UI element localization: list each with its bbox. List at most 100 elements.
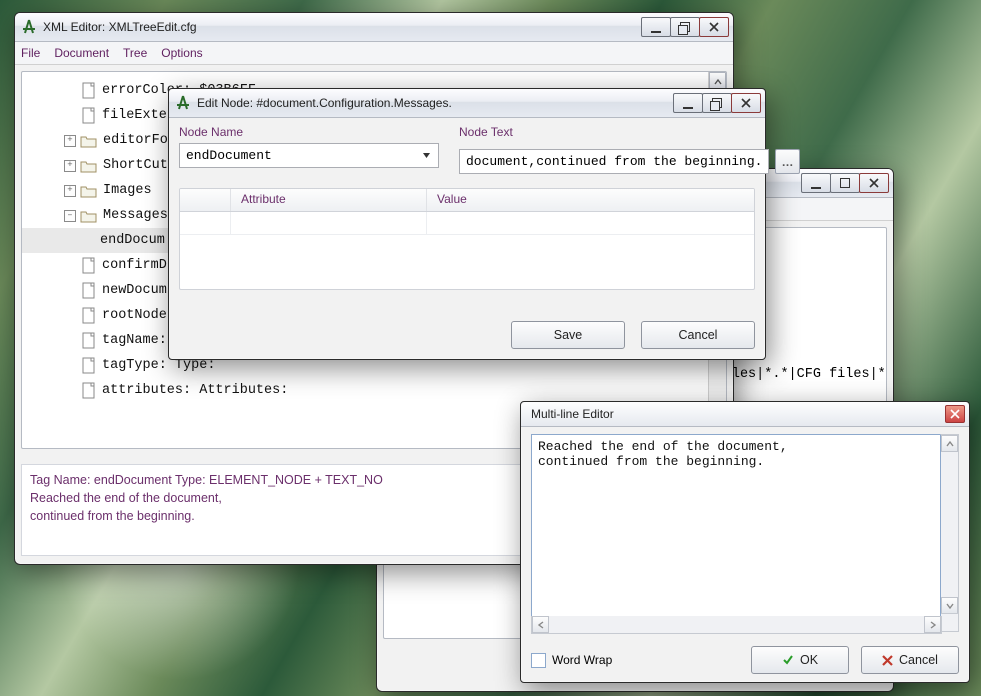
expand-icon[interactable]: +: [64, 185, 76, 197]
node-text-label: Node Text: [459, 125, 800, 139]
document-icon: [82, 382, 96, 399]
node-name-value: endDocument: [186, 148, 272, 163]
multiline-bottom-bar: Word Wrap OK Cancel: [531, 646, 959, 674]
close-icon: [869, 178, 879, 188]
edit-node-dialog: Edit Node: #document.Configuration.Messa…: [168, 88, 766, 360]
folder-open-icon: [80, 209, 97, 223]
multiline-titlebar: Multi-line Editor: [521, 402, 969, 427]
grid-header-value[interactable]: Value: [427, 189, 754, 211]
menu-document[interactable]: Document: [54, 46, 109, 60]
chevron-up-icon: [714, 78, 722, 86]
minimize-button[interactable]: [673, 93, 703, 113]
checkmark-icon: [782, 654, 794, 666]
chevron-up-icon: [946, 440, 954, 448]
cancel-icon: [882, 655, 893, 666]
word-wrap-checkbox[interactable]: [531, 653, 546, 668]
node-name-combobox[interactable]: endDocument: [179, 143, 439, 168]
save-button-label: Save: [554, 328, 583, 342]
main-menubar: File Document Tree Options: [15, 42, 733, 65]
grid-empty-row[interactable]: [180, 212, 754, 235]
document-icon: [82, 357, 96, 374]
restore-button[interactable]: [702, 93, 732, 113]
ok-button-label: OK: [800, 653, 818, 667]
ok-button[interactable]: OK: [751, 646, 849, 674]
close-button[interactable]: [699, 17, 729, 37]
tree-item-attributes[interactable]: attributes: Attributes:: [22, 378, 726, 403]
app-icon: [21, 19, 37, 35]
expand-icon[interactable]: +: [64, 160, 76, 172]
tree-label: tagName:: [102, 333, 167, 348]
tree-label: newDocum: [102, 283, 167, 298]
folder-icon: [80, 184, 97, 198]
restore-icon: [712, 98, 722, 108]
cancel-button-label: Cancel: [899, 653, 938, 667]
attributes-grid[interactable]: Attribute Value: [179, 188, 755, 290]
scroll-left-button[interactable]: [532, 616, 549, 633]
chevron-right-icon: [929, 621, 937, 629]
document-icon: [82, 82, 96, 99]
cancel-button-label: Cancel: [679, 328, 718, 342]
collapse-icon[interactable]: –: [64, 210, 76, 222]
menu-file[interactable]: File: [21, 46, 40, 60]
cancel-button[interactable]: Cancel: [641, 321, 755, 349]
save-button[interactable]: Save: [511, 321, 625, 349]
ellipsis-icon: …: [781, 159, 794, 165]
multiline-vertical-scrollbar[interactable]: [940, 434, 959, 632]
main-title-text: XML Editor: XMLTreeEdit.cfg: [43, 20, 642, 34]
close-button[interactable]: [859, 173, 889, 193]
close-icon: [709, 22, 719, 32]
minimize-button[interactable]: [641, 17, 671, 37]
scroll-right-button[interactable]: [924, 616, 941, 633]
document-icon: [82, 107, 96, 124]
word-wrap-label: Word Wrap: [552, 653, 612, 667]
tree-label: fileExte: [102, 108, 167, 123]
multiline-title-text: Multi-line Editor: [527, 407, 945, 421]
document-icon: [82, 257, 96, 274]
node-text-value: document,continued from the beginning.: [466, 154, 762, 169]
minimize-icon: [811, 187, 821, 189]
close-button[interactable]: [731, 93, 761, 113]
document-icon: [82, 307, 96, 324]
chevron-down-icon: [946, 602, 954, 610]
menu-tree[interactable]: Tree: [123, 46, 147, 60]
node-text-ellipsis-button[interactable]: …: [775, 149, 800, 174]
expand-icon[interactable]: +: [64, 135, 76, 147]
multiline-horizontal-scrollbar[interactable]: [941, 613, 958, 631]
chevron-down-icon: [422, 151, 431, 160]
close-button[interactable]: [945, 405, 965, 423]
tree-label: Messages: [103, 208, 168, 223]
folder-icon: [80, 134, 97, 148]
chevron-left-icon: [537, 621, 545, 629]
multiline-textarea[interactable]: [531, 434, 940, 632]
tree-label: ShortCuts: [103, 158, 176, 173]
cancel-button[interactable]: Cancel: [861, 646, 959, 674]
tree-label: endDocum: [100, 233, 165, 248]
maximize-button[interactable]: [830, 173, 860, 193]
tree-label: attributes: Attributes:: [102, 383, 288, 398]
document-icon: [82, 332, 96, 349]
close-icon: [741, 98, 751, 108]
grid-header-attribute[interactable]: Attribute: [231, 189, 427, 211]
minimize-button[interactable]: [801, 173, 831, 193]
scroll-down-button[interactable]: [941, 597, 958, 614]
tree-label: tagType: Type:: [102, 358, 215, 373]
minimize-icon: [651, 31, 661, 33]
multiline-textarea-container: [531, 434, 959, 632]
multiline-editor-dialog: Multi-line Editor Word Wrap: [520, 401, 970, 683]
restore-icon: [680, 22, 690, 32]
scroll-up-button[interactable]: [941, 435, 958, 452]
restore-button[interactable]: [670, 17, 700, 37]
tree-label: confirmD: [102, 258, 167, 273]
edit-node-title-text: Edit Node: #document.Configuration.Messa…: [197, 96, 674, 110]
minimize-icon: [683, 107, 693, 109]
maximize-icon: [840, 178, 850, 188]
combo-dropdown-button[interactable]: [419, 148, 434, 163]
document-icon: [82, 282, 96, 299]
main-titlebar: XML Editor: XMLTreeEdit.cfg: [15, 13, 733, 42]
edit-node-titlebar: Edit Node: #document.Configuration.Messa…: [169, 89, 765, 118]
node-text-input[interactable]: document,continued from the beginning.: [459, 149, 769, 174]
app-icon: [175, 95, 191, 111]
grid-header-spacer: [180, 189, 231, 211]
menu-options[interactable]: Options: [161, 46, 202, 60]
multiline-horizontal-scrollbar[interactable]: [531, 616, 942, 634]
